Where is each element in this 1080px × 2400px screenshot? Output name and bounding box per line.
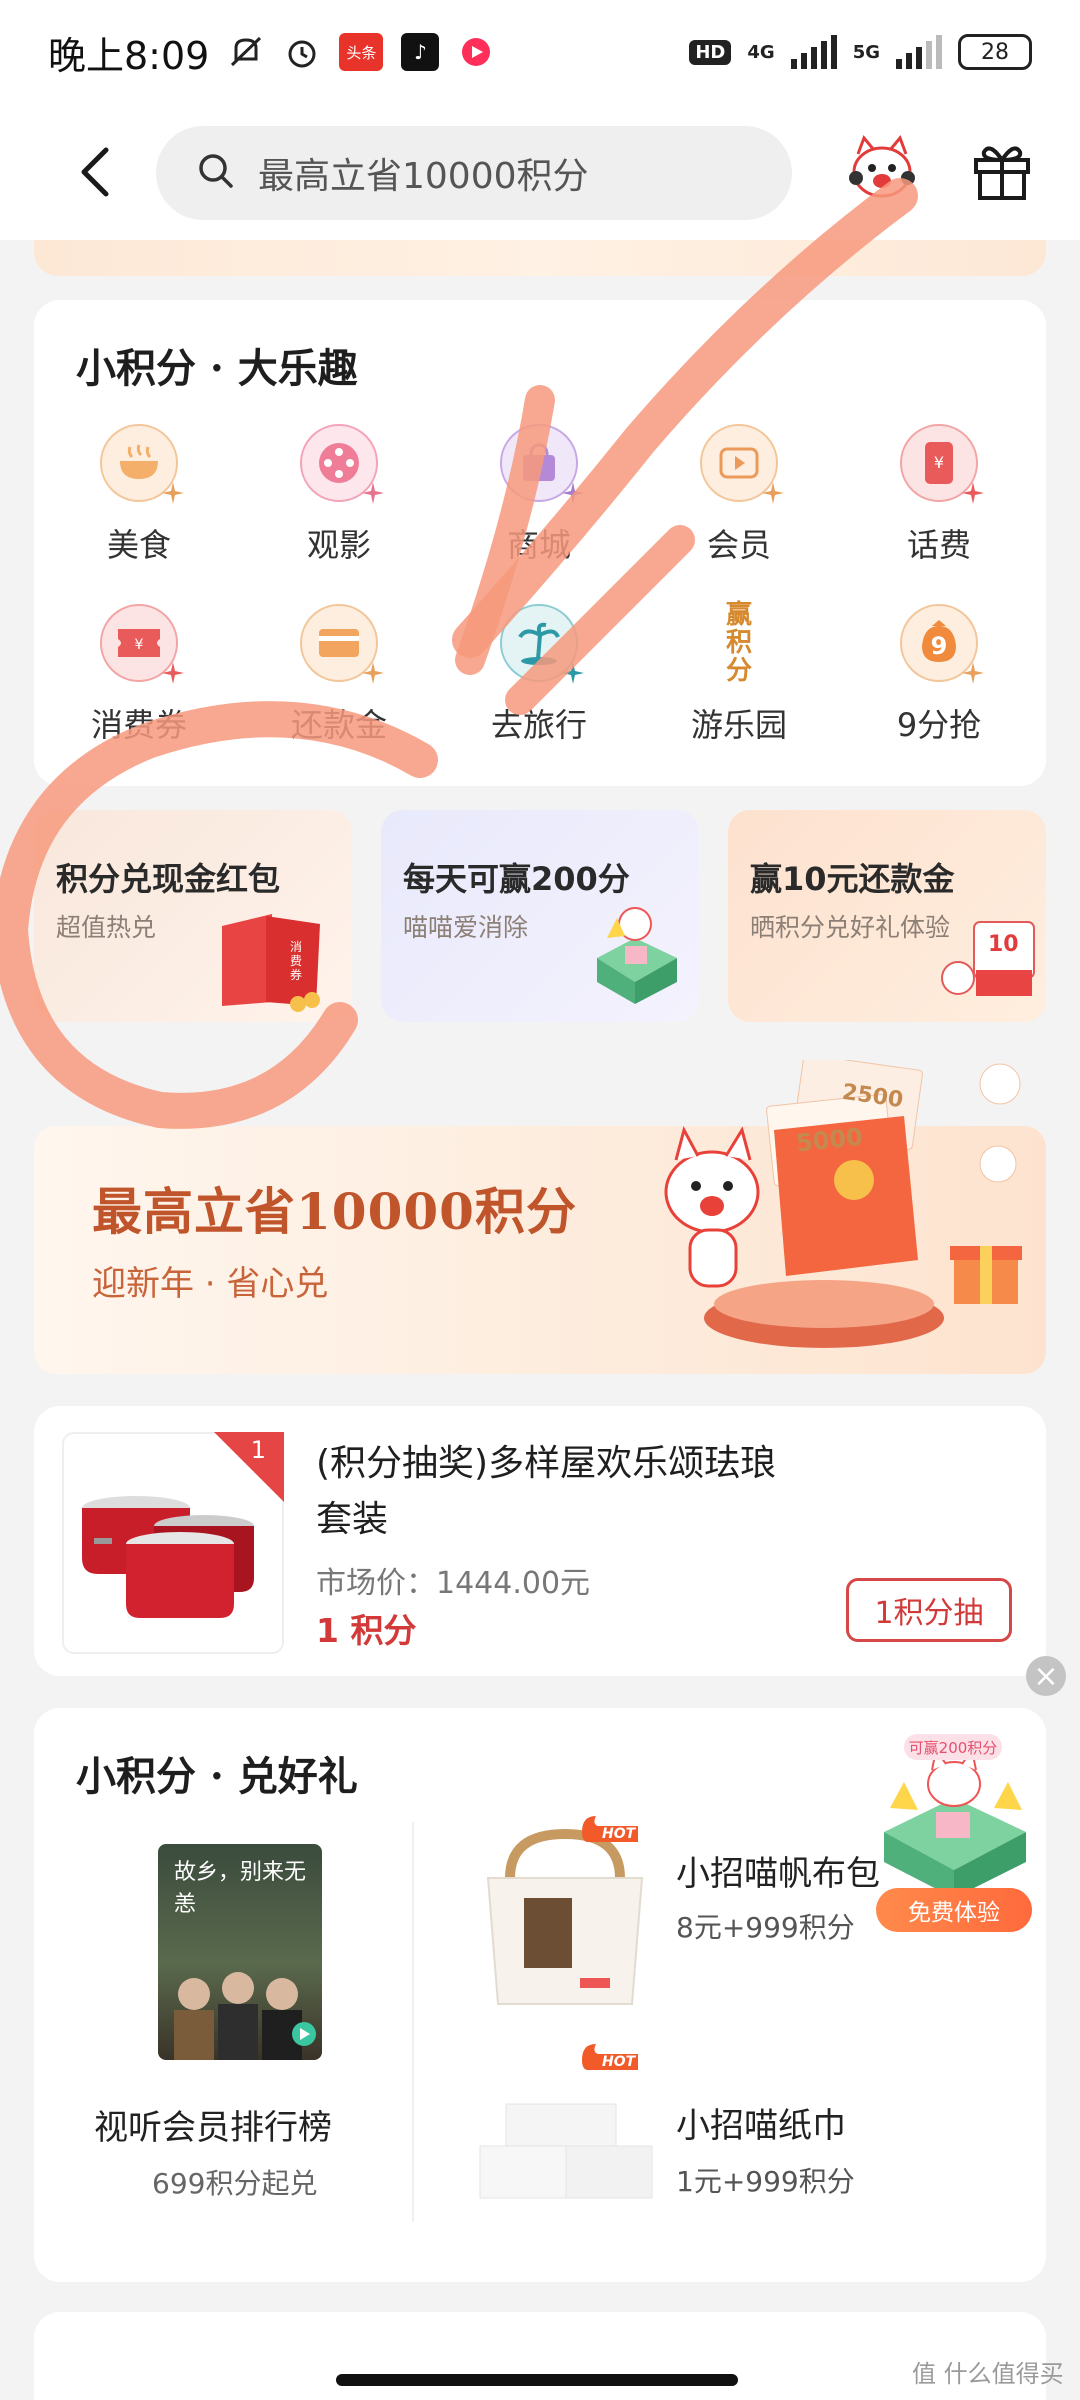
- grid-label: 会员: [706, 526, 771, 564]
- section-title-fun: 小积分 · 大乐趣: [76, 345, 358, 392]
- banner-illustration: [664, 1060, 1022, 1348]
- grid-item-shop[interactable]: 商城: [459, 424, 619, 566]
- canvas-bag-image[interactable]: [470, 1828, 660, 2008]
- game-mascot-image: [597, 907, 677, 1004]
- hd-indicator: HD: [689, 39, 732, 65]
- travel-icon: [500, 604, 584, 684]
- product-title: (积分抽奖)多样屋欢乐颂珐琅套装: [316, 1443, 777, 1540]
- promo-banner[interactable]: 最高立省10000积分 迎新年 · 省心兑 2500 5000: [34, 1060, 1046, 1374]
- search-placeholder: 最高立省10000积分: [258, 156, 589, 197]
- hot-badge: HOT: [580, 1814, 640, 1842]
- amusement-icon: 赢积分: [700, 601, 778, 685]
- alarm-icon: [283, 33, 321, 71]
- gift-name[interactable]: 小招喵帆布包: [676, 1846, 880, 1895]
- network-5g: 5G: [852, 41, 880, 63]
- battery-indicator: 28: [958, 34, 1032, 70]
- grid-label: 话费: [906, 526, 971, 564]
- promo-title: 赢10元还款金: [750, 860, 955, 898]
- free-trial-button[interactable]: 免费体验: [876, 1888, 1032, 1932]
- draw-button[interactable]: 1积分抽: [846, 1578, 1012, 1642]
- vip-ranking-label[interactable]: 视听会员排行榜: [94, 2100, 332, 2149]
- repay-card-icon: [300, 604, 384, 684]
- grid-item-amusement[interactable]: 赢积分 游乐园: [659, 601, 819, 746]
- home-indicator[interactable]: [336, 2374, 738, 2386]
- tissue-box-image[interactable]: [470, 2064, 660, 2214]
- close-float-ad-icon[interactable]: ×: [1026, 1656, 1066, 1696]
- grid-label: 商城: [506, 526, 571, 564]
- section-title-gift: 小积分 · 兑好礼: [76, 1753, 358, 1800]
- nine-points-icon: 9: [900, 604, 984, 684]
- gift-price: 1元+999积分: [676, 2165, 855, 2198]
- grid-label: 9分抢: [896, 706, 982, 744]
- rank-badge: 1: [214, 1432, 284, 1502]
- grid-label: 观影: [306, 526, 371, 564]
- grid-label: 消费券: [90, 706, 187, 744]
- promo-subtitle: 喵喵爱消除: [403, 913, 529, 942]
- points-fun-section: 小积分 · 大乐趣 美食 观影 商城 会员 ¥ 话费 ¥ 消费券 还款金 去旅行…: [34, 300, 1046, 786]
- grid-item-phone-bill[interactable]: ¥ 话费: [859, 424, 1019, 566]
- banner-title: 最高立省10000积分: [92, 1182, 577, 1241]
- news-app-icon: 头条: [339, 33, 384, 71]
- search-input[interactable]: 最高立省10000积分: [156, 126, 792, 220]
- promo-title: 积分兑现金红包: [56, 860, 281, 898]
- network-4g: 4G: [747, 41, 775, 63]
- ad-tag: 可赢200积分: [904, 1734, 1002, 1760]
- points-cost: 1 积分: [316, 1611, 417, 1650]
- lottery-product-card[interactable]: 1 (积分抽奖)多样屋欢乐颂珐琅套装 市场价：1444.00元 1 积分 1积分…: [34, 1406, 1046, 1676]
- promo-card-repay-bonus[interactable]: 赢10元还款金 晒积分兑好礼体验 10: [728, 810, 1046, 1022]
- vip-poster-image[interactable]: 故乡，别来无恙: [158, 1844, 322, 2060]
- mascot-icon[interactable]: [844, 134, 920, 210]
- promo-card-red-packet[interactable]: 积分兑现金红包 超值热兑 消费券: [34, 810, 352, 1022]
- signal-icon: [790, 35, 837, 69]
- divider: [412, 1822, 414, 2222]
- svg-text:¥: ¥: [934, 453, 944, 472]
- grid-item-nine-points[interactable]: 9 9分抢: [859, 604, 1019, 746]
- promo-subtitle: 超值热兑: [56, 913, 157, 942]
- status-time: 晚上8:09: [48, 33, 210, 78]
- film-icon: [300, 424, 384, 504]
- gift-price: 8元+999积分: [676, 1911, 855, 1944]
- grid-label: 游乐园: [690, 706, 787, 744]
- grid-item-repay[interactable]: 还款金: [259, 604, 419, 746]
- mute-icon: [227, 33, 265, 71]
- svg-text:¥: ¥: [135, 637, 144, 653]
- tiktok-icon: ♪: [401, 33, 440, 71]
- grid-item-membership[interactable]: 会员: [659, 424, 819, 566]
- gift-icon[interactable]: [970, 138, 1034, 202]
- membership-icon: [700, 424, 784, 504]
- promo-subtitle: 晒积分兑好礼体验: [750, 913, 951, 942]
- grid-label: 美食: [106, 526, 171, 564]
- food-icon: [100, 424, 184, 504]
- video-app-icon: [457, 33, 495, 71]
- hot-badge: HOT: [580, 2042, 640, 2070]
- floating-game-ad[interactable]: 可赢200积分 免费体验: [870, 1712, 1040, 1932]
- red-packet-image: [222, 914, 320, 1012]
- grid-label: 去旅行: [490, 706, 587, 744]
- repay-bonus-image: [941, 921, 1035, 996]
- phone-bill-icon: ¥: [900, 424, 984, 504]
- grid-label: 还款金: [290, 706, 387, 744]
- promo-title: 每天可赢200分: [403, 860, 630, 898]
- back-icon[interactable]: [72, 144, 120, 200]
- grid-item-travel[interactable]: 去旅行: [459, 604, 619, 746]
- search-icon: [196, 151, 236, 195]
- market-price: 市场价：1444.00元: [316, 1566, 591, 1601]
- banner-subtitle: 迎新年 · 省心兑: [92, 1264, 329, 1304]
- status-bar: 晚上8:09 头条 ♪ HD 4G 5G 28: [0, 0, 1080, 104]
- gift-name[interactable]: 小招喵纸巾: [676, 2098, 846, 2147]
- promo-card-game[interactable]: 每天可赢200分 喵喵爱消除: [381, 810, 699, 1022]
- signal-icon-2: [896, 35, 942, 69]
- previous-card-edge: [34, 240, 1046, 276]
- grid-item-food[interactable]: 美食: [59, 424, 219, 566]
- top-nav: 最高立省10000积分: [0, 104, 1080, 240]
- grid-item-coupon[interactable]: ¥ 消费券: [59, 604, 219, 746]
- shop-icon: [500, 424, 584, 504]
- vip-ranking-sub: 699积分起兑: [152, 2167, 318, 2200]
- next-section-card: [34, 2312, 1046, 2400]
- coupon-icon: ¥: [100, 604, 184, 684]
- watermark: 值 什么值得买: [912, 2360, 1064, 2388]
- grid-item-film[interactable]: 观影: [259, 424, 419, 566]
